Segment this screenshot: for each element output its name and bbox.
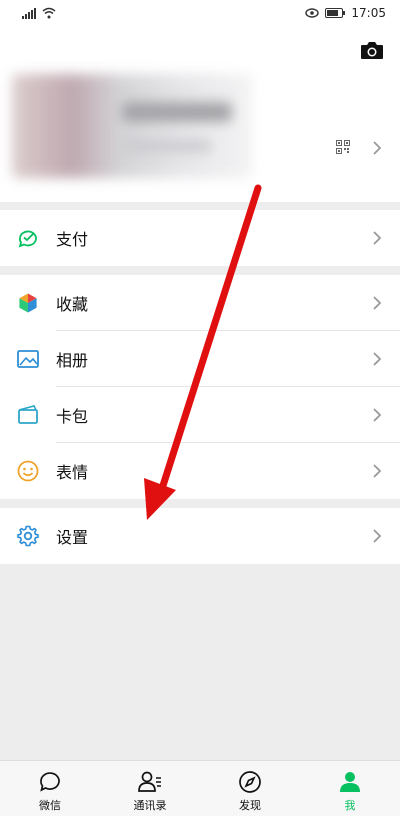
status-left — [22, 7, 56, 19]
wifi-icon — [42, 7, 56, 19]
tab-label: 微信 — [39, 799, 61, 812]
card-wallet-icon — [18, 405, 38, 424]
signal-icon — [22, 8, 36, 19]
menu-item-label: 相册 — [56, 351, 89, 370]
me-icon — [340, 772, 360, 792]
blurred-profile-info[interactable] — [12, 74, 252, 178]
menu-item-label: 设置 — [56, 528, 89, 547]
menu-item-label: 卡包 — [56, 407, 89, 426]
qr-code-icon[interactable] — [336, 140, 350, 154]
smiley-icon — [17, 460, 39, 482]
compass-icon — [239, 771, 261, 793]
menu-item-stickers[interactable]: 表情 — [0, 443, 400, 499]
tab-contacts[interactable]: 通讯录 — [100, 761, 200, 816]
status-right: 17:05 — [305, 6, 386, 20]
status-bar: 17:05 — [0, 0, 400, 26]
menu-item-label: 收藏 — [56, 295, 89, 314]
chevron-right-icon — [373, 464, 382, 478]
tab-label: 我 — [344, 799, 356, 812]
eye-icon — [305, 8, 320, 18]
menu-item-pay[interactable]: 支付 — [0, 210, 400, 266]
menu-item-album[interactable]: 相册 — [0, 331, 400, 387]
menu-item-label: 支付 — [56, 230, 89, 249]
profile-header[interactable] — [0, 26, 400, 202]
battery-icon — [325, 8, 346, 18]
tab-me[interactable]: 我 — [300, 761, 400, 816]
chevron-right-icon — [373, 408, 382, 422]
menu-item-settings[interactable]: 设置 — [0, 508, 400, 564]
menu-item-favorites[interactable]: 收藏 — [0, 275, 400, 331]
chevron-right-icon — [373, 141, 382, 155]
favorites-cube-icon — [18, 292, 38, 314]
pay-icon — [18, 230, 37, 248]
chevron-right-icon — [373, 231, 382, 245]
contacts-icon — [138, 771, 161, 792]
section-pay: 支付 — [0, 210, 400, 266]
album-icon — [17, 350, 39, 368]
chevron-right-icon — [373, 529, 382, 543]
tab-discover[interactable]: 发现 — [200, 761, 300, 816]
gear-icon — [17, 525, 39, 547]
tab-label: 发现 — [239, 799, 261, 812]
bottom-tab-bar: 微信 通讯录 发现 我 — [0, 760, 400, 816]
menu-item-label: 表情 — [56, 463, 89, 482]
section-settings: 设置 — [0, 508, 400, 564]
tab-chats[interactable]: 微信 — [0, 761, 100, 816]
camera-icon[interactable] — [360, 40, 384, 60]
chevron-right-icon — [373, 296, 382, 310]
chat-bubble-icon — [40, 772, 60, 792]
chevron-right-icon — [373, 352, 382, 366]
tab-label: 通讯录 — [133, 799, 167, 812]
status-time: 17:05 — [351, 6, 386, 20]
menu-item-cards[interactable]: 卡包 — [0, 387, 400, 443]
section-collections: 收藏 相册 卡包 表情 — [0, 275, 400, 499]
